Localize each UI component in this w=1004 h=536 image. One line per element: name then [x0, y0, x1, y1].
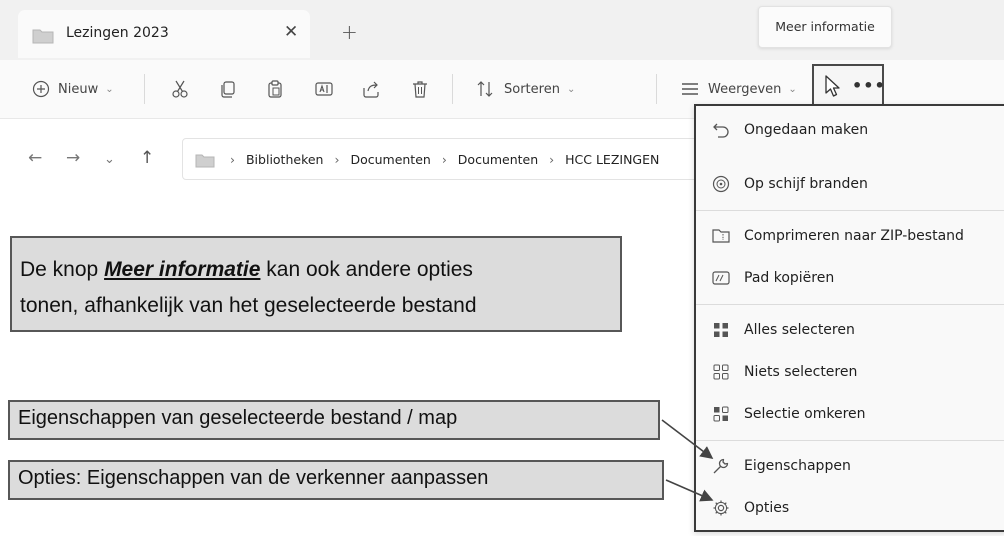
- breadcrumb-separator: ›: [230, 152, 235, 167]
- delete-button[interactable]: [410, 60, 430, 118]
- paste-button[interactable]: [265, 60, 285, 118]
- folder-icon: [32, 28, 54, 48]
- gear-icon: [712, 499, 730, 517]
- menu-item-label: Alles selecteren: [744, 322, 855, 338]
- divider: [656, 74, 657, 104]
- menu-item-properties[interactable]: Eigenschappen: [696, 446, 1004, 486]
- tab-lezingen-2023[interactable]: Lezingen 2023 ✕: [18, 10, 310, 58]
- breadcrumb-separator: ›: [334, 152, 340, 167]
- menu-item-label: Eigenschappen: [744, 458, 851, 474]
- note-text: De knop: [20, 258, 105, 281]
- divider: [452, 74, 453, 104]
- forward-arrow-icon[interactable]: →: [66, 148, 80, 168]
- menu-item-label: Op schijf branden: [744, 176, 868, 192]
- zip-folder-icon: [712, 227, 730, 245]
- breadcrumb: › Bibliotheken › Documenten › Documenten…: [223, 152, 659, 167]
- menu-item-label: Niets selecteren: [744, 364, 858, 380]
- see-more-button[interactable]: •••: [812, 64, 886, 108]
- wrench-icon: [712, 457, 730, 475]
- close-icon[interactable]: ✕: [284, 22, 298, 42]
- breadcrumb-item[interactable]: Bibliotheken: [246, 152, 324, 167]
- menu-item-label: Opties: [744, 500, 790, 516]
- new-button-label: Nieuw: [58, 81, 99, 97]
- copy-icon: [218, 79, 238, 99]
- annotation-see-more: De knop Meer informatie kan ook andere o…: [10, 236, 622, 332]
- up-arrow-icon[interactable]: ↑: [140, 148, 154, 168]
- menu-item-select-none[interactable]: Niets selecteren: [696, 352, 1004, 392]
- view-button-label: Weergeven: [708, 81, 782, 97]
- copy-button[interactable]: [218, 60, 238, 118]
- more-icon: •••: [852, 76, 886, 95]
- sort-button-label: Sorteren: [504, 81, 560, 97]
- menu-item-options[interactable]: Opties: [696, 488, 1004, 528]
- menu-separator: [696, 440, 1004, 441]
- note-text: kan ook andere opties: [260, 258, 473, 281]
- menu-item-compress-zip[interactable]: Comprimeren naar ZIP-bestand: [696, 216, 1004, 256]
- share-button[interactable]: [361, 60, 381, 118]
- copy-path-icon: [712, 269, 730, 287]
- new-button[interactable]: Nieuw ⌄: [32, 60, 114, 118]
- menu-item-label: Selectie omkeren: [744, 406, 866, 422]
- breadcrumb-item[interactable]: Documenten: [458, 152, 538, 167]
- share-icon: [361, 79, 381, 99]
- breadcrumb-separator: ›: [549, 152, 555, 167]
- sort-button[interactable]: Sorteren ⌄: [476, 60, 575, 118]
- note-text: tonen, afhankelijk van het geselecteerde…: [20, 294, 477, 317]
- tab-strip: Lezingen 2023 ✕ + Meer informatie: [0, 0, 1004, 60]
- chevron-down-icon: ⌄: [788, 83, 797, 95]
- menu-item-burn[interactable]: Op schijf branden: [696, 164, 1004, 204]
- disc-icon: [712, 175, 730, 193]
- back-arrow-icon[interactable]: ←: [28, 148, 42, 168]
- recent-chevron-icon[interactable]: ⌄: [104, 152, 115, 167]
- view-icon: [680, 81, 700, 97]
- menu-item-select-all[interactable]: Alles selecteren: [696, 310, 1004, 350]
- undo-icon: [712, 121, 730, 139]
- select-all-icon: [712, 321, 730, 339]
- plus-circle-icon: [32, 80, 50, 98]
- menu-item-undo[interactable]: Ongedaan maken: [696, 110, 1004, 150]
- breadcrumb-separator: ›: [441, 152, 447, 167]
- tab-title: Lezingen 2023: [66, 25, 169, 41]
- cut-button[interactable]: [170, 60, 190, 118]
- see-more-menu: Ongedaan maken Op schijf branden Comprim…: [694, 104, 1004, 532]
- new-tab-button[interactable]: +: [341, 20, 358, 44]
- cursor-icon: [824, 74, 844, 102]
- breadcrumb-item[interactable]: HCC LEZINGEN: [565, 152, 659, 167]
- menu-separator: [696, 210, 1004, 211]
- delete-icon: [410, 79, 430, 99]
- cut-icon: [170, 79, 190, 99]
- note-emphasis: Meer informatie: [104, 258, 261, 281]
- annotation-options: Opties: Eigenschappen van de verkenner a…: [8, 460, 664, 500]
- select-none-icon: [712, 363, 730, 381]
- menu-item-copy-path[interactable]: Pad kopiëren: [696, 258, 1004, 298]
- folder-icon: [195, 153, 215, 172]
- sort-icon: [476, 80, 496, 98]
- annotation-properties: Eigenschappen van geselecteerde bestand …: [8, 400, 660, 440]
- rename-icon: [314, 79, 334, 99]
- address-bar[interactable]: › Bibliotheken › Documenten › Documenten…: [182, 138, 704, 180]
- rename-button[interactable]: [314, 60, 334, 118]
- invert-selection-icon: [712, 405, 730, 423]
- breadcrumb-item[interactable]: Documenten: [350, 152, 430, 167]
- menu-item-invert-selection[interactable]: Selectie omkeren: [696, 394, 1004, 434]
- menu-item-label: Comprimeren naar ZIP-bestand: [744, 228, 964, 244]
- menu-item-label: Ongedaan maken: [744, 122, 869, 138]
- chevron-down-icon: ⌄: [105, 83, 114, 95]
- menu-separator: [696, 304, 1004, 305]
- chevron-down-icon: ⌄: [566, 83, 576, 95]
- divider: [144, 74, 145, 104]
- tooltip-see-more: Meer informatie: [758, 6, 892, 48]
- paste-icon: [265, 79, 285, 99]
- menu-item-label: Pad kopiëren: [744, 270, 835, 286]
